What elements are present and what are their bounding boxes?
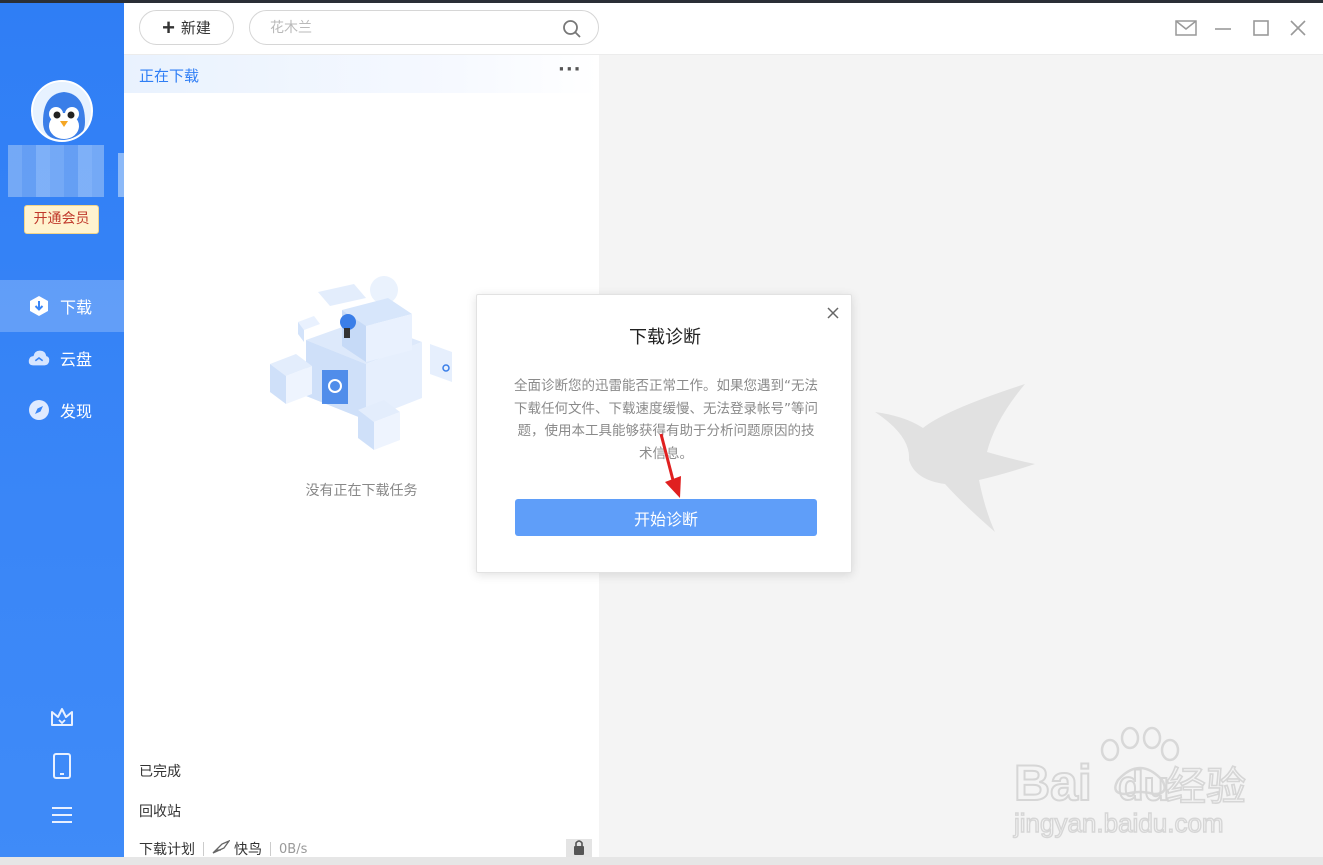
svg-text:jingyan.baidu.com: jingyan.baidu.com <box>1013 808 1224 838</box>
sidebar-item-discover[interactable]: 发现 <box>0 384 124 436</box>
crown-icon[interactable] <box>48 703 76 731</box>
tab-downloading-label: 正在下载 <box>139 67 200 85</box>
username-blurred <box>8 145 104 197</box>
avatar[interactable] <box>31 80 93 142</box>
start-diagnosis-button[interactable]: 开始诊断 <box>515 499 817 536</box>
search-input[interactable] <box>270 18 550 38</box>
new-task-button[interactable]: + 新建 <box>139 10 234 45</box>
mail-icon[interactable] <box>1175 17 1197 39</box>
sidebar-item-label: 发现 <box>60 402 93 421</box>
svg-text:经验: 经验 <box>1166 764 1246 810</box>
empty-state-illustration <box>262 270 462 460</box>
download-plan-link[interactable]: 下载计划 <box>139 839 195 859</box>
cloud-icon <box>28 347 50 369</box>
more-options-icon[interactable]: ··· <box>558 59 582 80</box>
download-icon <box>28 295 50 317</box>
plus-icon: + <box>162 14 175 40</box>
annotation-arrow-icon <box>650 432 690 504</box>
lock-icon[interactable] <box>566 836 592 858</box>
open-vip-button[interactable]: 开通会员 <box>24 205 99 234</box>
minimize-icon[interactable] <box>1212 17 1234 39</box>
new-task-label: 新建 <box>180 20 211 37</box>
bottom-edge <box>0 857 1323 865</box>
search-icon[interactable] <box>562 19 582 39</box>
menu-icon[interactable] <box>48 801 76 829</box>
completed-link[interactable]: 已完成 <box>139 761 181 781</box>
baidu-jingyan-watermark: Bai du 经验 jingyan.baidu.com <box>1010 720 1310 860</box>
sidebar-item-cloud[interactable]: 云盘 <box>0 332 124 384</box>
tab-downloading[interactable]: 正在下载 ··· <box>124 55 599 93</box>
status-bar: 下载计划 快鸟 0B/s <box>139 839 307 859</box>
search-box[interactable] <box>249 10 599 45</box>
phone-icon[interactable] <box>48 752 76 780</box>
sidebar-item-label: 云盘 <box>60 350 93 369</box>
dialog-title: 下载诊断 <box>629 327 701 348</box>
close-icon[interactable] <box>825 305 841 321</box>
divider <box>270 842 271 856</box>
kuainiao-icon <box>212 839 231 858</box>
recycle-bin-link[interactable]: 回收站 <box>139 801 181 821</box>
thunder-bird-watermark-icon <box>875 380 1040 540</box>
svg-text:du: du <box>1118 762 1169 809</box>
sidebar-item-label: 下载 <box>60 298 93 317</box>
compass-icon <box>28 399 50 421</box>
divider <box>203 842 204 856</box>
kuainiao-link[interactable]: 快鸟 <box>234 839 262 859</box>
maximize-icon[interactable] <box>1250 17 1272 39</box>
close-window-icon[interactable] <box>1287 17 1309 39</box>
sidebar: 开通会员 下载 云盘 发现 <box>0 3 132 865</box>
sidebar-item-download[interactable]: 下载 <box>0 280 124 332</box>
svg-text:Bai: Bai <box>1014 755 1092 811</box>
download-speed: 0B/s <box>279 841 308 857</box>
